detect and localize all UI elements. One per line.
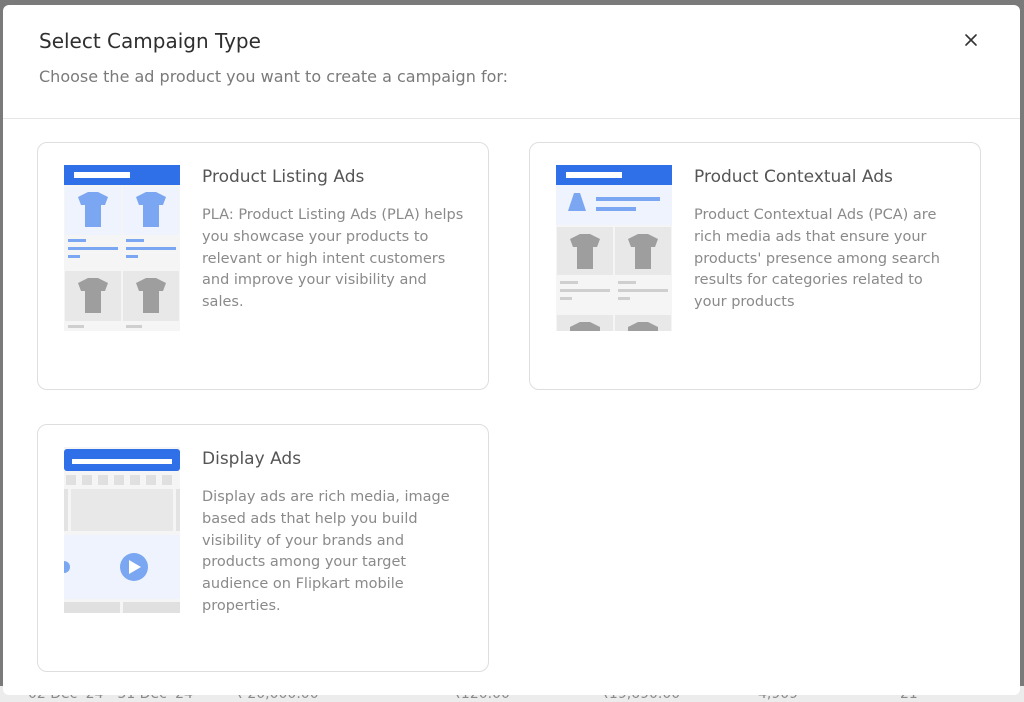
card-title: Product Contextual Ads xyxy=(694,167,893,187)
product-listing-ads-illustration xyxy=(64,165,180,331)
product-listing-ads-card[interactable]: Product Listing Ads PLA: Product Listing… xyxy=(37,142,489,390)
card-title: Product Listing Ads xyxy=(202,167,365,187)
card-description: PLA: Product Listing Ads (PLA) helps you… xyxy=(202,207,464,311)
product-contextual-ads-illustration xyxy=(556,165,672,331)
close-icon xyxy=(965,34,977,46)
display-ads-card[interactable]: Display Ads Display ads are rich media, … xyxy=(37,424,489,672)
product-contextual-ads-card[interactable]: Product Contextual Ads Product Contextua… xyxy=(529,142,981,390)
modal-title: Select Campaign Type xyxy=(39,29,261,53)
card-title: Display Ads xyxy=(202,449,302,469)
close-button[interactable] xyxy=(960,29,982,51)
select-campaign-type-modal: Select Campaign Type Choose the ad produ… xyxy=(3,5,1020,695)
modal-header: Select Campaign Type Choose the ad produ… xyxy=(3,5,1020,119)
modal-subtitle: Choose the ad product you want to create… xyxy=(39,67,509,86)
card-description: Display ads are rich media, image based … xyxy=(202,489,450,614)
card-description: Product Contextual Ads (PCA) are rich me… xyxy=(694,207,940,311)
display-ads-illustration xyxy=(64,447,180,613)
